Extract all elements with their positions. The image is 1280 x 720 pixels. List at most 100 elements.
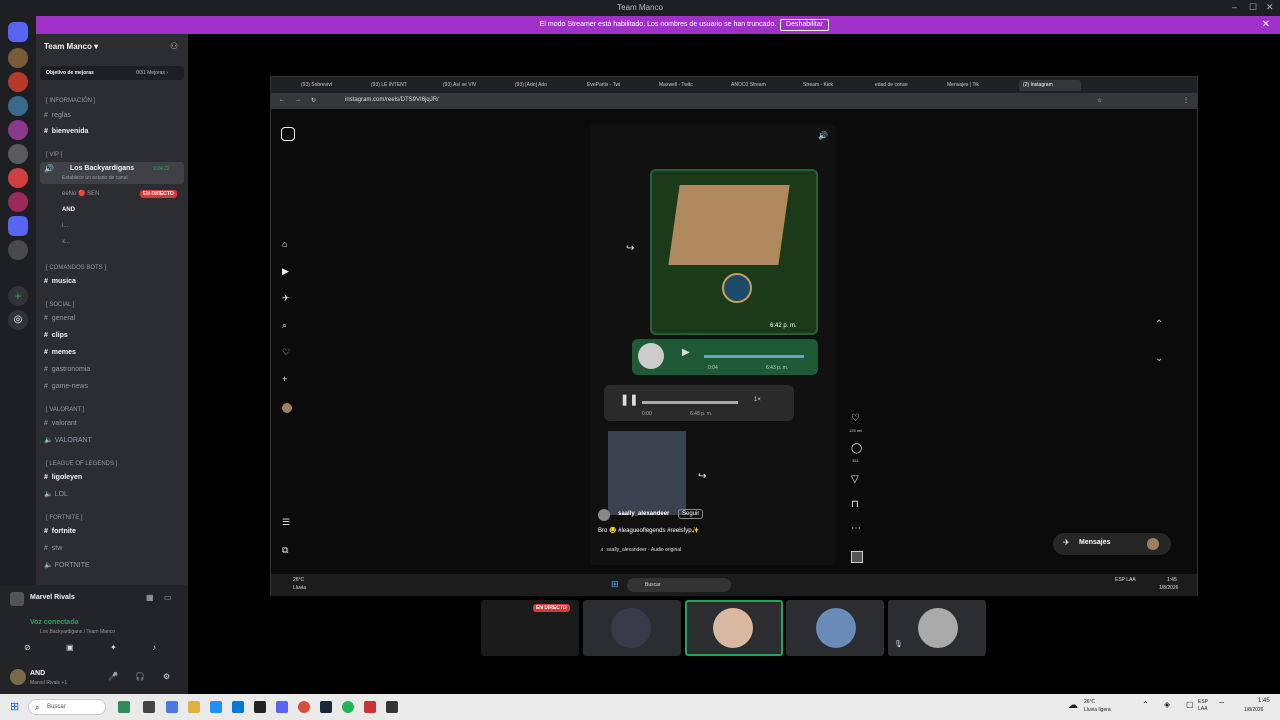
clock-time[interactable]: 1:45 <box>1258 698 1270 704</box>
forward-arrow-icon-2[interactable]: ↪ <box>698 471 706 482</box>
notifications-heart-icon[interactable]: ♡ <box>282 347 290 358</box>
participant-tile-2[interactable] <box>583 600 681 656</box>
channel-valorant[interactable]: # valorant <box>44 417 77 431</box>
browser-tab-active[interactable]: (2) Instagram <box>1019 80 1081 91</box>
microphone-icon[interactable]: 🎤 <box>108 672 118 681</box>
category-info[interactable]: [ INFORMACIÓN ] <box>46 98 95 104</box>
taskbar-app-icon[interactable] <box>364 701 376 713</box>
settings-gear-icon[interactable]: ⚙ <box>163 672 170 681</box>
browser-tab[interactable]: (93) Así se VIV <box>443 80 505 91</box>
category-social[interactable]: [ SOCIAL ] <box>46 302 74 308</box>
channel-musica[interactable]: # musica <box>44 275 76 289</box>
channel-game-news[interactable]: # game-news <box>44 380 88 394</box>
instagram-logo-icon[interactable] <box>281 127 295 141</box>
voice-user-1[interactable]: eeNo 🔴 SEN <box>62 187 100 201</box>
camera-off-icon[interactable]: ⊘ <box>24 643 31 652</box>
direct-messages-icon[interactable]: ✈ <box>282 293 290 304</box>
volume-icon[interactable]: 🔊 <box>818 131 828 140</box>
tray-chevron-icon[interactable]: ⌃ <box>1142 700 1149 709</box>
spotify-icon[interactable] <box>342 701 354 713</box>
server-icon-1[interactable] <box>8 48 28 68</box>
category-valorant[interactable]: [ VALORANT ] <box>46 407 84 413</box>
channel-fortnite[interactable]: # fortnite <box>44 525 76 539</box>
server-icon-team-manco[interactable] <box>8 216 28 236</box>
browser-tab[interactable]: edad de conse <box>875 80 937 91</box>
browser-tab[interactable]: (93) Sobreviví <box>301 80 363 91</box>
banner-close-icon[interactable]: ✕ <box>1262 19 1270 30</box>
reels-icon[interactable]: ▶ <box>282 266 289 277</box>
server-icon-7[interactable] <box>8 192 28 212</box>
server-icon-6[interactable] <box>8 168 28 188</box>
author-avatar[interactable] <box>598 509 610 521</box>
taskbar-app-icon[interactable] <box>143 701 155 713</box>
tray-app-icon[interactable]: ◈ <box>1164 700 1170 709</box>
voice-channel-path[interactable]: Los Backyardigans / Team Manco <box>40 629 115 635</box>
reel-audio[interactable]: ♬ saally_alexandeer · Audio original <box>600 547 681 553</box>
taskbar-app-icon[interactable] <box>118 701 130 713</box>
voice-channel-backyardigans[interactable]: 🔊 Los Backyardigans Establece un estado … <box>40 162 184 184</box>
file-explorer-icon[interactable] <box>188 701 200 713</box>
search-icon[interactable]: ⌕ <box>282 320 287 331</box>
channel-ligoleyen[interactable]: # ligoleyen <box>44 471 82 485</box>
channel-stw[interactable]: # stw <box>44 542 62 556</box>
maximize-button[interactable]: ☐ <box>1249 2 1257 13</box>
browser-tab[interactable]: EvePartis - Twi <box>587 80 649 91</box>
channel-memes[interactable]: # memes <box>44 346 76 360</box>
back-icon[interactable]: ← <box>279 97 285 103</box>
discord-taskbar-icon[interactable] <box>276 701 288 713</box>
browser-tab[interactable]: Mensajes | Tik <box>947 80 1009 91</box>
reel-video[interactable]: 🔊 6:42 p. m. ↪ ▶ 0:04 6:43 p. m. ❚❚ 1× 0… <box>590 125 836 565</box>
forward-icon[interactable]: → <box>295 97 301 103</box>
more-menu-icon[interactable]: ☰ <box>282 517 290 528</box>
chrome-icon[interactable] <box>298 701 310 713</box>
next-reel-icon[interactable]: ⌄ <box>1155 353 1163 364</box>
pause-icon[interactable]: ❚❚ <box>620 393 638 406</box>
tray-app-icon[interactable]: ▢ <box>1186 700 1194 709</box>
channel-reglas[interactable]: # reglas <box>44 109 71 123</box>
soundboard-icon[interactable]: ♪ <box>152 643 156 652</box>
follow-button[interactable]: Seguir <box>678 509 704 519</box>
inner-start-icon[interactable]: ⊞ <box>611 579 619 590</box>
taskbar-app-icon[interactable] <box>386 701 398 713</box>
participant-tile-4[interactable] <box>786 600 884 656</box>
browser-tab[interactable]: ANOC0 Stream <box>731 80 793 91</box>
browser-tab[interactable]: (93) LE INTENT <box>371 80 433 91</box>
forward-arrow-icon[interactable]: ↪ <box>626 243 634 254</box>
browser-tab[interactable]: (93) [Ado] Ado <box>515 80 577 91</box>
channel-clips[interactable]: # clips <box>44 329 68 343</box>
taskbar-app-icon[interactable] <box>254 701 266 713</box>
like-heart-icon[interactable]: ♡ <box>851 413 860 424</box>
channel-general[interactable]: # general <box>44 312 75 326</box>
category-fortnite[interactable]: [ FORTNITE ] <box>46 515 83 521</box>
add-server-icon[interactable]: + <box>8 286 28 306</box>
meta-apps-icon[interactable]: ⧉ <box>282 545 288 556</box>
headphones-icon[interactable]: 🎧 <box>135 672 145 681</box>
share-icon[interactable]: ▽ <box>851 474 859 485</box>
more-options-icon[interactable]: ⋯ <box>851 523 861 534</box>
invite-icon[interactable]: ⚇ <box>170 41 178 52</box>
participant-tile-speaking[interactable] <box>685 600 783 656</box>
server-icon-2[interactable] <box>8 72 28 92</box>
server-icon-8[interactable] <box>8 240 28 260</box>
audio-thumbnail[interactable] <box>851 551 863 563</box>
browser-tab[interactable]: Stream - Kick <box>803 80 865 91</box>
discord-home-icon[interactable] <box>8 22 28 42</box>
reload-icon[interactable]: ↻ <box>311 97 316 104</box>
discover-icon[interactable]: ◎ <box>8 310 28 330</box>
voice-user-4[interactable]: x... <box>62 235 70 249</box>
home-icon[interactable]: ⌂ <box>282 239 287 249</box>
profile-avatar[interactable] <box>282 403 292 413</box>
browser-tab[interactable]: Maxwell - Twitc <box>659 80 721 91</box>
previous-reel-icon[interactable]: ⌃ <box>1155 319 1163 330</box>
category-bots[interactable]: [ COMANDOS BOTS ] <box>46 265 106 271</box>
boost-goal[interactable]: Objetivo de mejoras 0/31 Mejoras › <box>40 66 184 80</box>
play-icon[interactable]: ▶ <box>682 347 690 358</box>
voice-fortnite[interactable]: 🔈 FORTNITE <box>44 559 90 573</box>
server-icon-3[interactable] <box>8 96 28 116</box>
server-icon-4[interactable] <box>8 120 28 140</box>
browser-menu-icon[interactable]: ⋮ <box>1183 97 1189 104</box>
clock-date[interactable]: 1/8/2026 <box>1244 707 1263 713</box>
bookmark-star-icon[interactable]: ☆ <box>1097 97 1102 104</box>
voice-valorant[interactable]: 🔈 VALORANT <box>44 434 92 448</box>
url-field[interactable]: instagram.com/reels/DTS9VI6jqJR/ <box>345 97 439 103</box>
